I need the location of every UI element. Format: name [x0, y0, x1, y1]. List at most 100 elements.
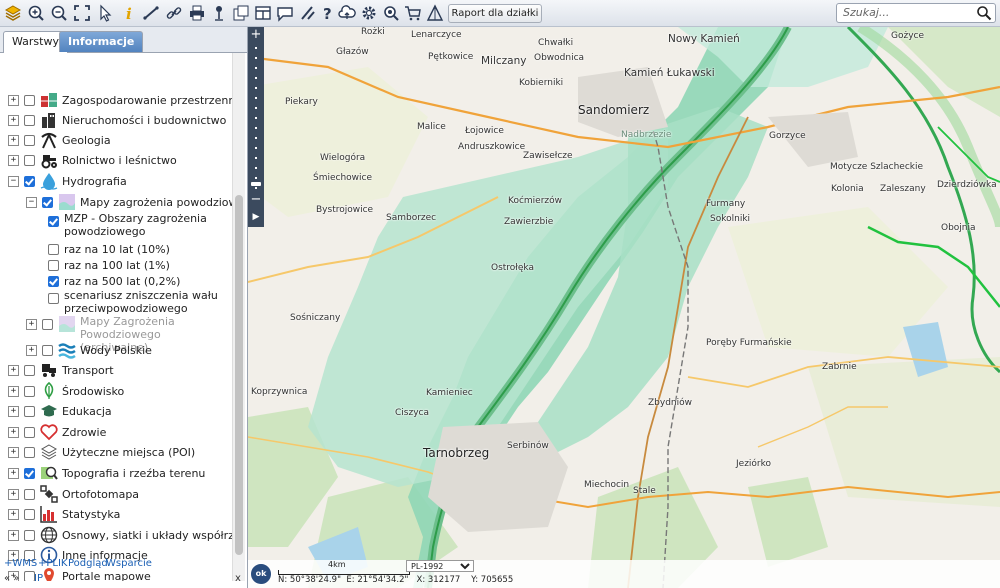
terrain-profile-icon[interactable]: [424, 2, 446, 24]
layer-checkbox[interactable]: [24, 508, 35, 520]
layer-checkbox[interactable]: [42, 319, 53, 330]
measure-distance-icon[interactable]: [140, 2, 162, 24]
tab-informacje[interactable]: Informacje: [59, 31, 144, 52]
layer-checkbox-checked[interactable]: [24, 467, 35, 479]
layer-checkbox[interactable]: [24, 446, 35, 458]
edit-slash-icon[interactable]: [296, 2, 318, 24]
support-link[interactable]: Wsparcie: [106, 558, 152, 569]
layer-checkbox-checked[interactable]: [48, 275, 59, 287]
close-panel-button[interactable]: x: [235, 573, 241, 584]
layer-row-wody-polskie[interactable]: + Wody Polskie: [26, 340, 152, 360]
zoom-out-icon[interactable]: [48, 2, 70, 24]
help-icon[interactable]: ?: [316, 2, 338, 24]
expand-toggle[interactable]: +: [8, 488, 19, 500]
preview-link[interactable]: Podgląd: [68, 558, 108, 569]
layer-checkbox[interactable]: [24, 488, 35, 500]
expand-toggle[interactable]: +: [26, 344, 37, 356]
ok-button[interactable]: ok: [250, 563, 272, 585]
layer-row-rolnictwo[interactable]: + Rolnictwo i leśnictwo: [8, 150, 177, 170]
layer-row-ortofotomapa[interactable]: + Ortofotomapa: [8, 484, 139, 504]
ip-link[interactable]: IP: [34, 573, 43, 584]
layer-row-poi[interactable]: + Użyteczne miejsca (POI): [8, 442, 195, 462]
layer-row-osnowy[interactable]: + Osnowy, siatki i układy współrzędnych: [8, 525, 232, 545]
layer-checkbox[interactable]: [24, 405, 35, 417]
layer-checkbox-checked[interactable]: [24, 175, 35, 187]
comment-icon[interactable]: [274, 2, 296, 24]
cloud-upload-icon[interactable]: [336, 2, 358, 24]
expand-toggle[interactable]: +: [8, 134, 19, 146]
zoom-in-button[interactable]: +: [248, 28, 264, 42]
layer-checkbox[interactable]: [24, 385, 35, 397]
layer-row-topografia[interactable]: + Topografia i rzeźba terenu: [8, 463, 205, 483]
pointer-icon[interactable]: [94, 2, 116, 24]
layer-row-srodowisko[interactable]: + Środowisko: [8, 381, 124, 401]
layer-row-transport[interactable]: + Transport: [8, 360, 114, 380]
layer-row-500-lat[interactable]: raz na 500 lat (0,2%): [48, 271, 180, 291]
layer-row-nieruchomosci[interactable]: + Nieruchomości i budownictwo: [8, 110, 226, 130]
layer-tree-scrollbar[interactable]: [232, 53, 245, 581]
layer-row-edukacja[interactable]: + Edukacja: [8, 401, 112, 421]
layer-row-mapy-zagrozenia[interactable]: − Mapy zagrożenia powodziowego: [26, 192, 232, 212]
layer-label: Mapy zagrożenia powodziowego: [80, 195, 232, 209]
export-icon[interactable]: [230, 2, 252, 24]
layer-row-statystyka[interactable]: + Statystyka: [8, 504, 120, 524]
scrollbar-thumb[interactable]: [235, 195, 243, 555]
zoom-slider-handle[interactable]: [251, 182, 261, 186]
pin-icon[interactable]: [208, 2, 230, 24]
map-view[interactable]: Rożki Lenarczyce Chwałki Nowy Kamień Goż…: [248, 27, 1000, 588]
layer-checkbox[interactable]: [42, 344, 53, 356]
layers-icon[interactable]: [2, 2, 24, 24]
layer-row-zagospodarowanie[interactable]: + Zagospodarowanie przestrzenne: [8, 90, 232, 110]
layer-row-hydrografia[interactable]: − Hydrografia: [8, 171, 127, 191]
expand-toggle[interactable]: +: [8, 364, 19, 376]
zoom-in-icon[interactable]: [25, 2, 47, 24]
layer-checkbox[interactable]: [48, 259, 59, 271]
expand-toggle[interactable]: +: [8, 467, 19, 479]
expand-toggle[interactable]: +: [8, 405, 19, 417]
layer-checkbox[interactable]: [48, 243, 59, 255]
layout-icon[interactable]: [252, 2, 274, 24]
layer-checkbox[interactable]: [24, 364, 35, 376]
expand-toggle[interactable]: +: [8, 508, 19, 520]
search-input[interactable]: [840, 5, 976, 20]
layer-row-mzp-obszary[interactable]: MZP - Obszary zagrożenia powodziowego: [48, 212, 224, 242]
layer-checkbox[interactable]: [48, 293, 59, 304]
search-icon[interactable]: [976, 5, 992, 21]
layer-checkbox[interactable]: [24, 529, 35, 541]
panel-toggle-button[interactable]: ▶: [248, 209, 264, 225]
expand-toggle[interactable]: +: [8, 114, 19, 126]
zoom-out-button[interactable]: −: [248, 193, 264, 207]
cart-icon[interactable]: [402, 2, 424, 24]
layer-checkbox[interactable]: [24, 114, 35, 126]
crs-select[interactable]: PL-1992: [406, 560, 474, 572]
collapse-toggle[interactable]: −: [8, 175, 19, 187]
layer-checkbox-checked[interactable]: [48, 216, 59, 227]
layer-row-zdrowie[interactable]: + Zdrowie: [8, 422, 106, 442]
layer-checkbox[interactable]: [24, 94, 35, 106]
zoom-slider-track[interactable]: [255, 47, 257, 197]
layer-checkbox[interactable]: [24, 134, 35, 146]
expand-toggle[interactable]: +: [8, 154, 19, 166]
link-icon[interactable]: [163, 2, 185, 24]
full-extent-icon[interactable]: [71, 2, 93, 24]
expand-toggle[interactable]: +: [8, 94, 19, 106]
print-icon[interactable]: [186, 2, 208, 24]
info-tool-icon[interactable]: i: [117, 2, 139, 24]
layer-row-geologia[interactable]: + Geologia: [8, 130, 111, 150]
expand-toggle[interactable]: +: [8, 529, 19, 541]
add-wms-link[interactable]: +WMS: [4, 558, 37, 569]
expand-toggle[interactable]: +: [8, 426, 19, 438]
expand-toggle[interactable]: +: [26, 319, 37, 330]
settings-gear-icon[interactable]: [358, 2, 380, 24]
collapse-arrows[interactable]: « »: [4, 573, 19, 584]
add-file-link[interactable]: +PLIK: [38, 558, 68, 569]
expand-toggle[interactable]: +: [8, 446, 19, 458]
collapse-toggle[interactable]: −: [26, 196, 37, 208]
layer-checkbox-checked[interactable]: [42, 196, 53, 208]
expand-toggle[interactable]: +: [8, 385, 19, 397]
report-for-parcel-button[interactable]: Raport dla działki: [448, 4, 542, 23]
place-label: Zabrnie: [822, 362, 857, 372]
search-map-icon[interactable]: [380, 2, 402, 24]
layer-checkbox[interactable]: [24, 426, 35, 438]
layer-checkbox[interactable]: [24, 154, 35, 166]
